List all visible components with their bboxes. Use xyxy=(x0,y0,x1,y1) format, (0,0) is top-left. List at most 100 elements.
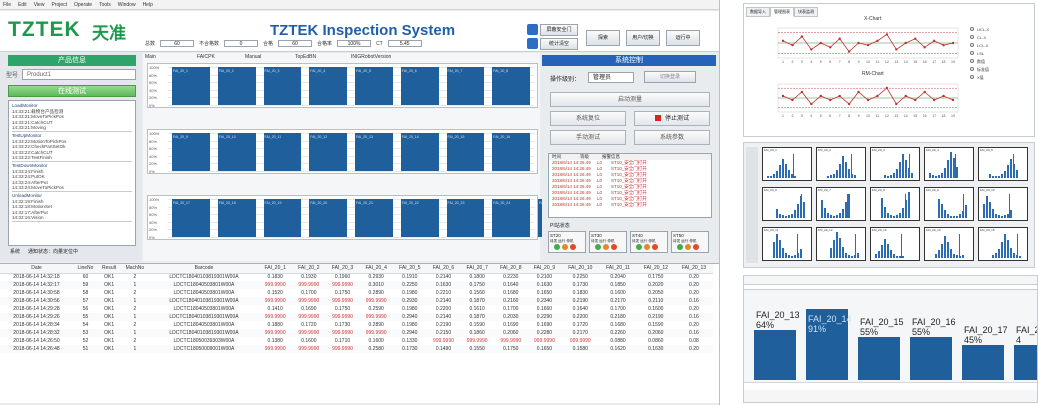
stat-value: 5.45 xyxy=(387,40,422,47)
pass-rate-bar: FAI_20_5 xyxy=(355,67,393,105)
menu-item-operate[interactable]: Operate xyxy=(74,2,92,8)
clear-stats-button[interactable]: 统计清空 xyxy=(540,38,578,50)
system-reset-button[interactable]: 系统复位 xyxy=(550,111,626,126)
table-cell: 999.9990 xyxy=(292,297,326,305)
column-header[interactable]: MachNo xyxy=(120,264,150,274)
menu-item-window[interactable]: Window xyxy=(118,2,136,8)
explore-button[interactable]: 探索 xyxy=(586,30,620,46)
table-row[interactable]: 2018-06-14 14:28:34 54 OK1 2 LDCTC1804050380… xyxy=(0,321,713,329)
table-row[interactable]: 2018-06-14 14:28:32 53 OK1 1 LDCTC1804010381… xyxy=(0,329,713,337)
menu-item-file[interactable]: File xyxy=(3,2,11,8)
table-row[interactable]: 2018-06-14 14:30:58 58 OK1 2 LDCTC1804050380… xyxy=(0,289,713,297)
histogram-tile[interactable]: FAI_20_1 xyxy=(762,147,812,181)
table-row[interactable]: 2018-06-14 14:32:18 60 OK1 2 LDCTC1804010381… xyxy=(0,273,713,281)
bypass-door-button[interactable]: 屏蔽安全门 xyxy=(540,24,578,36)
rm-chart-point xyxy=(932,98,936,102)
switch-user-button[interactable]: 用户/切换 xyxy=(626,30,660,46)
column-header[interactable]: FAI_20_13 xyxy=(674,264,713,274)
column-header[interactable]: FAI_20_12 xyxy=(636,264,675,274)
histogram-bin xyxy=(833,240,835,258)
table-cell: 0.2940 xyxy=(393,313,427,321)
table-row[interactable]: 2018-06-14 14:29:26 55 OK1 1 LDCTC1804010381… xyxy=(0,313,713,321)
column-header[interactable]: FAI_20_6 xyxy=(426,264,461,274)
histogram-bin xyxy=(773,242,775,258)
column-header[interactable]: Date xyxy=(0,264,74,274)
system-params-button[interactable]: 系统参数 xyxy=(634,130,710,145)
table-cell: 0.1600 xyxy=(648,306,664,312)
operation-level-select[interactable]: 管理员 xyxy=(588,72,634,83)
histogram-tile[interactable]: FAI_20_8 xyxy=(870,187,920,221)
table-cell: 999.9990 xyxy=(325,281,360,289)
running-status-button[interactable]: 运行中 xyxy=(666,30,700,46)
tab-2[interactable]: 管理图表 xyxy=(770,7,794,17)
column-header[interactable]: FAI_20_3 xyxy=(325,264,360,274)
table-cell: 0.1660 xyxy=(536,306,553,312)
start-measure-button[interactable]: 启动测量 xyxy=(550,92,710,107)
column-header[interactable]: FAI_20_2 xyxy=(292,264,326,274)
column-header[interactable]: FAI_20_8 xyxy=(493,264,528,274)
menu-item-project[interactable]: Project xyxy=(51,2,67,8)
column-header[interactable]: FAI_20_4 xyxy=(359,264,393,274)
table-row[interactable]: 2018-06-14 14:26:50 52 OK1 2 LDCTC1805003930… xyxy=(0,337,713,345)
table-row[interactable]: 2018-06-14 14:29:28 56 OK1 2 LDCTC1804050380… xyxy=(0,305,713,313)
status-dot-icon xyxy=(652,244,658,250)
switch-login-button[interactable]: 切换登录 xyxy=(644,71,696,83)
histogram-tile[interactable]: FAI_20_2 xyxy=(816,147,866,181)
legend-label: X值 xyxy=(977,75,984,80)
pass-rate-chart-1: 100% 80% 60% 40% 20% 0% FAI_20_1 FAI_20_2 FAI_20… xyxy=(147,63,538,108)
menu-item-help[interactable]: Help xyxy=(143,2,153,8)
table-cell: 0.1750 xyxy=(648,274,664,281)
histogram-tile[interactable]: FAI_20_3 xyxy=(870,147,920,181)
menu-item-edit[interactable]: Edit xyxy=(18,2,27,8)
histogram-tile[interactable]: FAI_20_13 xyxy=(870,227,920,261)
stop-test-button[interactable]: 停止测试 xyxy=(634,111,710,126)
histogram-bin xyxy=(887,243,889,258)
legend-entry: 数值 xyxy=(970,58,1030,66)
x-chart-svg: 1 2 3 4 5 6 7 8 9 10 11 12 13 14 15 16 17 18 191 2 3 4 5 6 7 8 9 10… xyxy=(777,27,959,118)
stat-value: 60 xyxy=(278,40,313,47)
histogram-tile[interactable]: FAI_20_15 xyxy=(978,227,1028,261)
table-cell: 0.1880 xyxy=(267,322,283,328)
column-header[interactable]: FAI_20_9 xyxy=(527,264,562,274)
tab-1[interactable]: 数据导入 xyxy=(746,7,770,17)
column-header[interactable]: Result xyxy=(97,264,121,274)
column-header[interactable]: FAI_20_10 xyxy=(561,264,600,274)
table-row[interactable]: 2018-06-14 14:26:48 51 OK1 1 LDCTC1805000900… xyxy=(0,345,713,353)
table-row[interactable]: 2018-06-14 14:32:17 59 OK1 1 LDCTC1804050380… xyxy=(0,281,713,289)
online-test-button[interactable]: 在线测试 xyxy=(8,85,136,97)
histogram-tile[interactable]: FAI_20_10 xyxy=(978,187,1028,221)
rm-chart-x-tick: 14 xyxy=(904,114,908,118)
histogram-tile[interactable]: FAI_20_14 xyxy=(924,227,974,261)
table-cell: 1 xyxy=(120,281,150,289)
legend-entry: UCL-X xyxy=(970,26,1030,34)
y-tick-label: 80% xyxy=(149,204,158,210)
manual-test-button[interactable]: 手动测试 xyxy=(550,130,626,145)
station-status-st50: ST50 待发 运行 停机 xyxy=(671,231,709,253)
histogram-tile[interactable]: FAI_20_12 xyxy=(816,227,866,261)
tab-3[interactable]: 块表监测 xyxy=(794,7,818,17)
menu-item-tools[interactable]: Tools xyxy=(99,2,111,8)
column-header[interactable]: LineNo xyxy=(73,264,98,274)
table-row[interactable]: 2018-06-14 14:30:56 57 OK1 1 LDCTC1804010381… xyxy=(0,297,713,305)
column-header: FAICPK xyxy=(197,54,215,60)
histogram-tile[interactable]: FAI_20_9 xyxy=(924,187,974,221)
menu-item-view[interactable]: View xyxy=(34,2,45,8)
table-cell: OK1 xyxy=(104,338,115,344)
table-cell: LDCTC18040103819301W00A xyxy=(169,274,239,281)
product-select[interactable]: Product1 xyxy=(22,69,136,80)
histogram-tile[interactable]: FAI_20_11 xyxy=(762,227,812,261)
table-cell: 0.1710 xyxy=(334,338,351,344)
histogram-bin xyxy=(797,203,799,218)
histogram-tile[interactable]: FAI_20_5 xyxy=(978,147,1028,181)
table-cell: 2018-06-14 14:30:56 xyxy=(0,297,74,305)
column-header[interactable]: Barcode xyxy=(149,264,259,274)
histogram-tile[interactable]: FAI_20_7 xyxy=(816,187,866,221)
column-header[interactable]: FAI_20_1 xyxy=(258,264,293,274)
column-header[interactable]: FAI_20_5 xyxy=(393,264,427,274)
column-header[interactable]: FAI_20_11 xyxy=(599,264,637,274)
histogram-tile[interactable]: FAI_20_4 xyxy=(924,147,974,181)
alarm-row[interactable]: 2018/6/14 14:26:49 L0 ST10_安全门打开 xyxy=(549,202,711,208)
histogram-bin xyxy=(875,254,877,258)
column-header[interactable]: FAI_20_7 xyxy=(460,264,494,274)
histogram-tile[interactable]: FAI_20_6 xyxy=(762,187,812,221)
